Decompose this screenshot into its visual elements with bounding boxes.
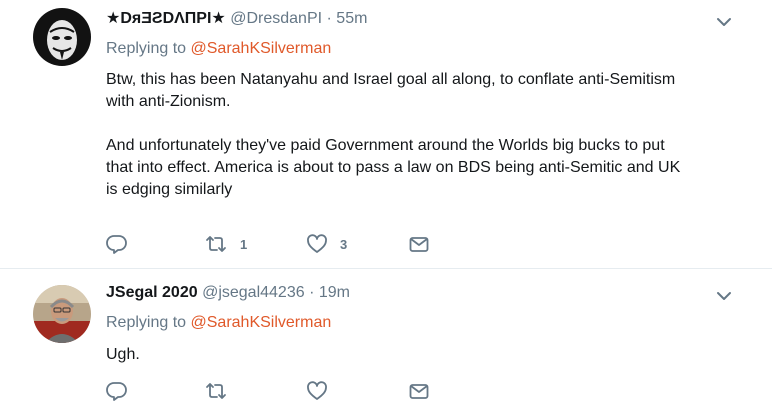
like-button[interactable]: [306, 379, 340, 403]
direct-message-icon: [408, 380, 430, 402]
avatar[interactable]: [33, 8, 91, 66]
user-handle[interactable]: @DresdanPI: [230, 10, 322, 27]
replying-to: Replying to @SarahKSilverman: [106, 39, 331, 59]
user-handle[interactable]: @jsegal44236: [202, 284, 305, 301]
replying-to: Replying to @SarahKSilverman: [106, 313, 331, 333]
reply-icon: [106, 233, 128, 255]
direct-message-button[interactable]: [408, 232, 430, 256]
direct-message-button[interactable]: [408, 379, 430, 403]
timestamp[interactable]: 55m: [336, 10, 367, 27]
replying-label: Replying to: [106, 40, 187, 57]
mention-link[interactable]: @SarahKSilverman: [191, 40, 332, 57]
tweet-text: Ugh.: [106, 346, 140, 363]
display-name[interactable]: JSegal 2020: [106, 284, 198, 301]
timestamp[interactable]: 19m: [319, 284, 350, 301]
like-count: 3: [340, 236, 348, 252]
retweet-count: 1: [240, 236, 248, 252]
retweet-button[interactable]: [204, 379, 240, 403]
tweet[interactable]: JSegal 2020 @jsegal44236 · 19m Replying …: [0, 269, 772, 411]
tweet[interactable]: ★DᴙƎƧDΛПPI★ @DresdanPI · 55m Replying to…: [0, 0, 772, 269]
chevron-down-icon[interactable]: [714, 12, 734, 32]
retweet-icon: [204, 380, 228, 402]
tweet-text: Btw, this has been Natanyahu and Israel …: [106, 71, 681, 198]
like-button[interactable]: 3: [306, 232, 347, 256]
tweet-header: ★DᴙƎƧDΛПPI★ @DresdanPI · 55m: [106, 9, 367, 29]
reply-icon: [106, 380, 128, 402]
like-icon: [306, 380, 328, 402]
mention-link[interactable]: @SarahKSilverman: [191, 314, 332, 331]
tweet-header: JSegal 2020 @jsegal44236 · 19m: [106, 283, 350, 303]
retweet-icon: [204, 233, 228, 255]
like-icon: [306, 233, 328, 255]
avatar[interactable]: [33, 285, 91, 343]
separator: ·: [326, 10, 332, 27]
chevron-down-icon[interactable]: [714, 286, 734, 306]
replying-label: Replying to: [106, 314, 187, 331]
display-name[interactable]: ★DᴙƎƧDΛПPI★: [106, 10, 226, 27]
reply-button[interactable]: [106, 232, 128, 256]
retweet-button[interactable]: 1: [204, 232, 247, 256]
direct-message-icon: [408, 233, 430, 255]
separator: ·: [309, 284, 315, 301]
reply-button[interactable]: [106, 379, 128, 403]
